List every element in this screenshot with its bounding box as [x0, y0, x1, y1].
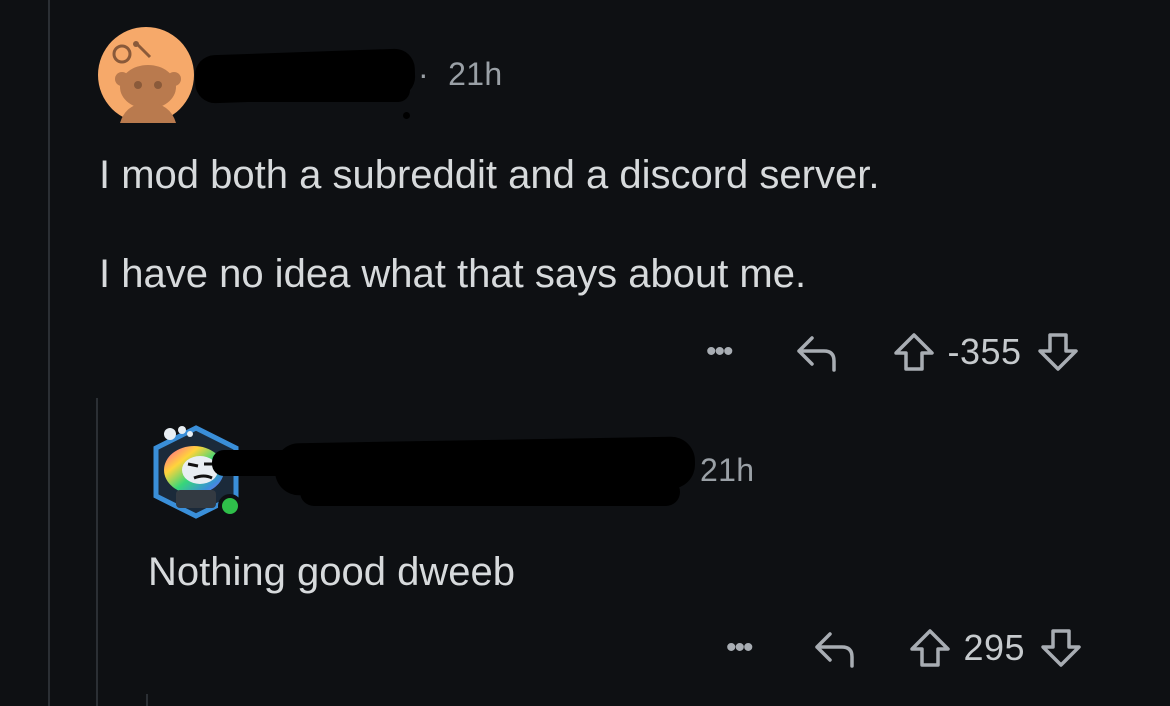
upvote-button[interactable]: [908, 627, 952, 669]
meta-separator: ·: [418, 56, 429, 92]
more-options-icon[interactable]: •••: [706, 337, 733, 367]
redaction-dot: [403, 112, 410, 119]
reply-button[interactable]: [812, 628, 858, 668]
reply-icon: [814, 632, 854, 668]
thread-line-outer: [48, 0, 50, 706]
thread-line-reply: [96, 398, 98, 706]
vote-score: 295: [963, 627, 1026, 668]
vote-score: -355: [947, 331, 1022, 372]
username-redacted-scribble: [300, 478, 680, 506]
comment-body-line: I have no idea what that says about me.: [99, 252, 807, 296]
reddit-avatar-icon: [98, 27, 194, 123]
comment-time: 21h: [448, 56, 503, 92]
comment-body-line: I mod both a subreddit and a discord ser…: [99, 153, 880, 197]
comment-actions: ••• 295: [726, 626, 1083, 670]
more-options-icon[interactable]: •••: [726, 633, 753, 663]
downvote-button[interactable]: [1039, 627, 1083, 669]
upvote-icon: [893, 333, 934, 371]
downvote-icon: [1041, 629, 1081, 667]
comment-body-line: Nothing good dweeb: [148, 550, 515, 594]
comment-time: 21h: [700, 452, 755, 488]
username-redacted-scribble: [220, 78, 410, 102]
comment-actions: ••• -355: [706, 330, 1080, 374]
user-avatar[interactable]: [98, 27, 194, 123]
upvote-icon: [909, 629, 950, 667]
reply-icon: [796, 336, 836, 372]
downvote-icon: [1037, 333, 1078, 371]
reply-button[interactable]: [794, 332, 840, 372]
comment-meta: · 21h: [418, 56, 502, 93]
online-status-dot: [218, 494, 242, 518]
thread-line-nested: [146, 694, 148, 706]
upvote-button[interactable]: [892, 331, 936, 373]
downvote-button[interactable]: [1036, 331, 1080, 373]
